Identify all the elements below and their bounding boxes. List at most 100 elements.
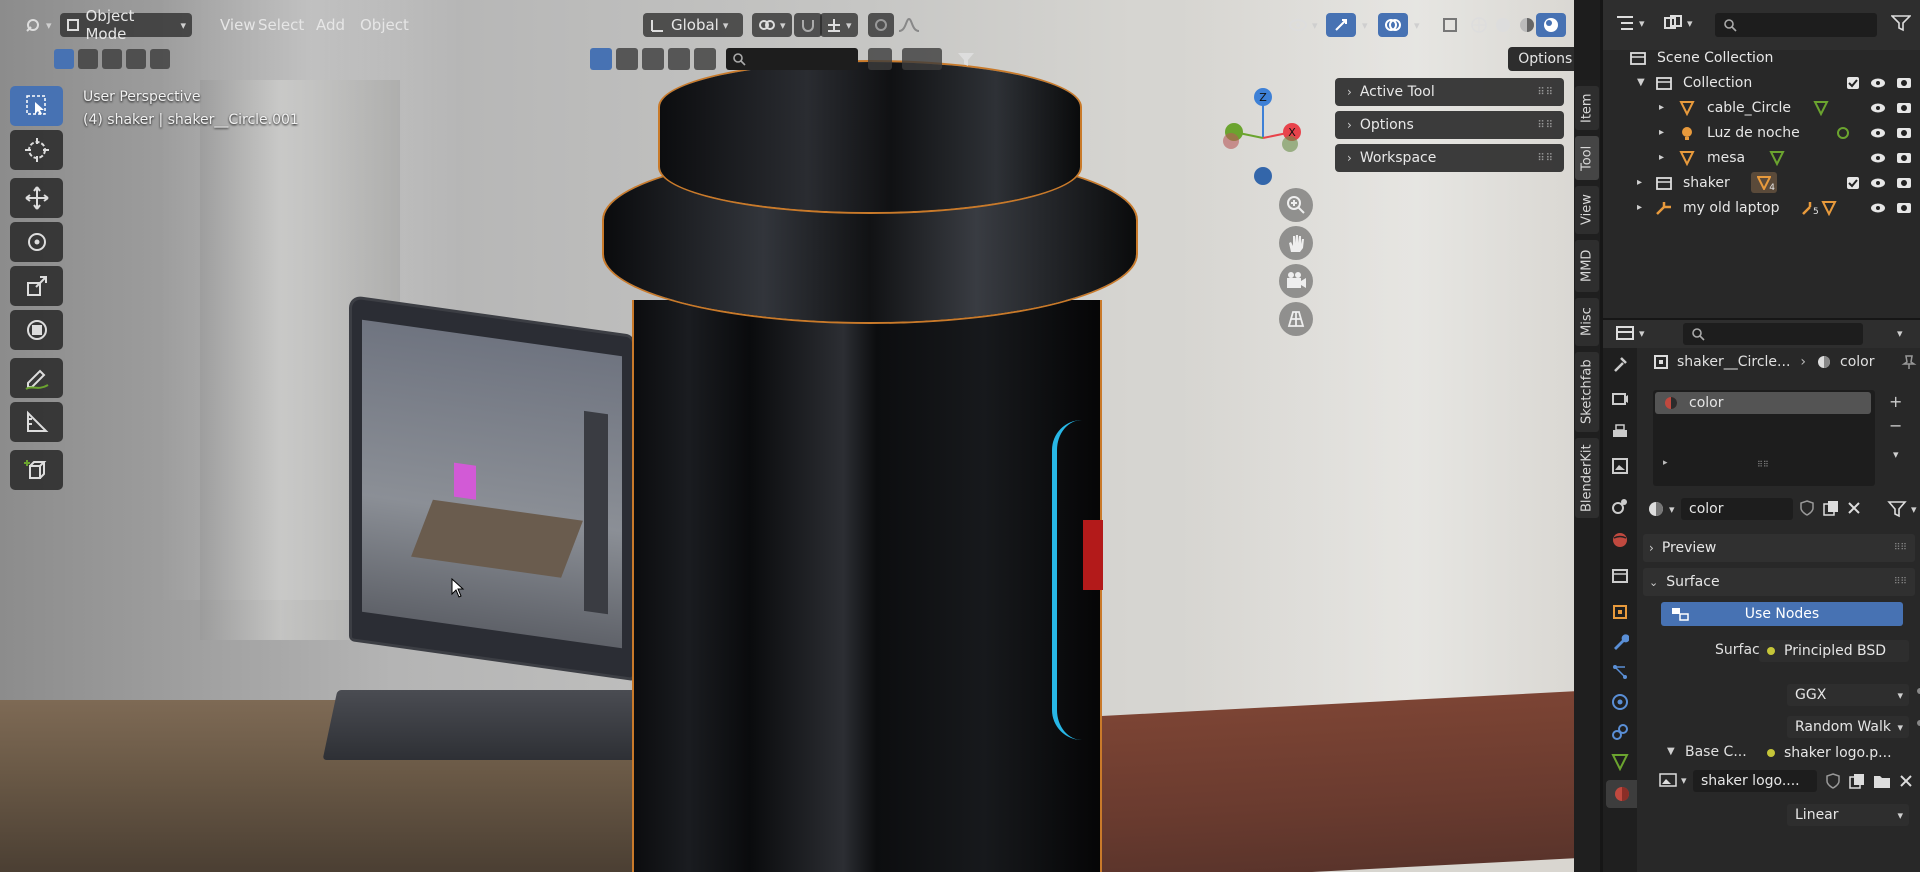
panel-options[interactable]: › Options ⠿⠿ (1335, 111, 1564, 139)
display-mode-dropdown[interactable]: ▾ (1663, 14, 1693, 32)
surface-shader-field[interactable]: Principled BSD (1759, 640, 1909, 662)
options-dropdown[interactable]: Options▾ (1508, 47, 1574, 71)
transform-orientation-dropdown[interactable]: Global ▾ (643, 13, 743, 37)
ortho-toggle-button[interactable] (1279, 302, 1313, 336)
expand-triangle-icon[interactable]: ▸ (1659, 102, 1664, 113)
snap-toggle[interactable] (794, 13, 822, 37)
pan-button[interactable] (1279, 226, 1313, 260)
filter-material-button[interactable] (616, 48, 638, 70)
add-cube-tool[interactable] (10, 450, 63, 490)
eye-icon[interactable] (1870, 152, 1886, 164)
outliner-row-cable-circle[interactable]: ▸ cable_Circle (1603, 95, 1920, 120)
shading-rendered[interactable] (1536, 13, 1566, 37)
close-icon[interactable] (1847, 501, 1861, 515)
outliner-scene-collection[interactable]: Scene Collection (1603, 45, 1920, 70)
overlays-dropdown[interactable]: ▾ (1404, 13, 1426, 37)
mode-dropdown[interactable]: Object Mode ▾ (60, 7, 192, 43)
add-slot-button[interactable]: + (1889, 392, 1902, 411)
select-intersect-mode[interactable] (150, 49, 170, 69)
properties-editor-type[interactable]: ▾ (1615, 324, 1645, 342)
measure-tool[interactable] (10, 402, 63, 442)
tab-modifiers[interactable] (1610, 632, 1630, 652)
proportional-falloff-dropdown[interactable] (892, 13, 926, 37)
image-name-field[interactable]: shaker logo.... (1693, 770, 1817, 792)
material-browse-dropdown[interactable]: ▾ (1647, 500, 1675, 518)
tab-physics[interactable] (1610, 692, 1630, 712)
tab-item[interactable]: Item (1575, 86, 1599, 130)
tab-misc[interactable]: Misc (1575, 298, 1599, 346)
drag-grip-icon[interactable]: ⠿⠿ (1894, 543, 1907, 553)
3d-viewport[interactable]: ▾ Object Mode ▾ View Select Add Object Gl… (0, 0, 1574, 872)
navigation-gizmo[interactable]: Z X (1218, 86, 1308, 196)
expand-triangle-icon[interactable]: ▸ (1637, 177, 1642, 188)
outliner-row-my-old-laptop[interactable]: ▸ my old laptop 5 (1603, 195, 1920, 220)
filter-funnel-dropdown[interactable] (946, 48, 986, 70)
expand-triangle-icon[interactable]: ▼ (1637, 77, 1645, 88)
snap-target-dropdown[interactable]: ▾ (820, 13, 858, 37)
panel-workspace[interactable]: › Workspace ⠿⠿ (1335, 144, 1564, 172)
section-surface[interactable]: ⌄ Surface ⠿⠿ (1643, 568, 1915, 596)
tab-material[interactable] (1606, 780, 1637, 808)
eye-icon[interactable] (1870, 177, 1886, 189)
eye-icon[interactable] (1870, 102, 1886, 114)
filter-armature-button[interactable] (694, 48, 716, 70)
material-name-field[interactable]: color (1681, 498, 1793, 520)
xray-toggle[interactable] (1436, 13, 1464, 37)
camera-render-icon[interactable] (1896, 101, 1912, 115)
interpolation-dropdown[interactable]: Linear ▾ (1787, 804, 1909, 826)
tab-mmd[interactable]: MMD (1575, 240, 1599, 292)
close-icon[interactable] (1899, 774, 1913, 788)
expand-triangle-icon[interactable]: ▸ (1663, 458, 1668, 468)
move-tool[interactable] (10, 178, 63, 218)
panel-active-tool[interactable]: › Active Tool ⠿⠿ (1335, 78, 1564, 106)
camera-render-icon[interactable] (1896, 76, 1912, 90)
viewport-search-input[interactable] (726, 48, 858, 70)
folder-icon[interactable] (1873, 773, 1891, 789)
menu-object[interactable]: Object (354, 13, 415, 37)
outliner-row-luz-de-noche[interactable]: ▸ Luz de noche (1603, 120, 1920, 145)
shading-dropdown[interactable]: ▾ (1564, 13, 1574, 37)
expand-triangle-icon[interactable]: ▼ (1667, 746, 1675, 757)
drag-grip-icon[interactable]: ⠿⠿ (1894, 577, 1907, 587)
camera-render-icon[interactable] (1896, 151, 1912, 165)
checkbox-checked-icon[interactable] (1846, 76, 1860, 90)
gizmo-dropdown[interactable]: ▾ (1352, 13, 1374, 37)
select-subtract-mode[interactable] (102, 49, 122, 69)
duplicate-icon[interactable] (1823, 500, 1839, 516)
select-extend-mode[interactable] (78, 49, 98, 69)
select-invert-mode[interactable] (126, 49, 146, 69)
fake-user-shield-icon[interactable] (1799, 500, 1815, 516)
image-browse-dropdown[interactable]: ▾ (1659, 772, 1687, 788)
tab-tool[interactable]: Tool (1575, 136, 1599, 180)
eye-icon[interactable] (1870, 127, 1886, 139)
drag-grip-icon[interactable]: ⠿⠿ (1537, 120, 1554, 131)
slot-specials-dropdown[interactable]: ▾ (1889, 446, 1899, 462)
tab-scene[interactable] (1610, 496, 1630, 516)
base-color-link-field[interactable]: shaker logo.p... (1759, 742, 1892, 764)
material-slot-item[interactable]: color (1655, 392, 1871, 414)
link-dropdown[interactable]: ▾ (1887, 500, 1917, 518)
outliner-search-input[interactable] (1715, 13, 1877, 37)
outliner-row-shaker[interactable]: ▸ shaker 4 (1603, 170, 1920, 195)
child-count-badge[interactable]: 4 (1751, 172, 1777, 193)
zoom-button[interactable] (1279, 188, 1313, 222)
menu-add[interactable]: Add (310, 13, 351, 37)
eye-icon[interactable] (1870, 202, 1886, 214)
proportional-edit-toggle[interactable] (868, 13, 894, 37)
outliner-filter-button[interactable] (1891, 14, 1911, 32)
outliner-row-mesa[interactable]: ▸ mesa (1603, 145, 1920, 170)
tab-collection[interactable] (1610, 566, 1630, 586)
shaker-model-lid[interactable] (660, 62, 1080, 212)
select-box-tool[interactable] (10, 86, 63, 126)
visibility-dropdown[interactable]: ▾ (1282, 13, 1324, 37)
distribution-dropdown[interactable]: GGX ▾ (1787, 684, 1909, 706)
tab-view-layer[interactable] (1610, 456, 1630, 476)
drag-grip-icon[interactable]: ⠿⠿ (1537, 87, 1554, 98)
outliner-editor-type[interactable]: ▾ (1615, 14, 1645, 32)
camera-render-icon[interactable] (1896, 176, 1912, 190)
filter-hierarchy-dropdown[interactable] (902, 48, 942, 70)
checkbox-checked-icon[interactable] (1846, 176, 1860, 190)
filter-curve-button[interactable] (868, 48, 892, 70)
section-preview[interactable]: › Preview ⠿⠿ (1643, 534, 1915, 562)
duplicate-icon[interactable] (1849, 773, 1865, 789)
